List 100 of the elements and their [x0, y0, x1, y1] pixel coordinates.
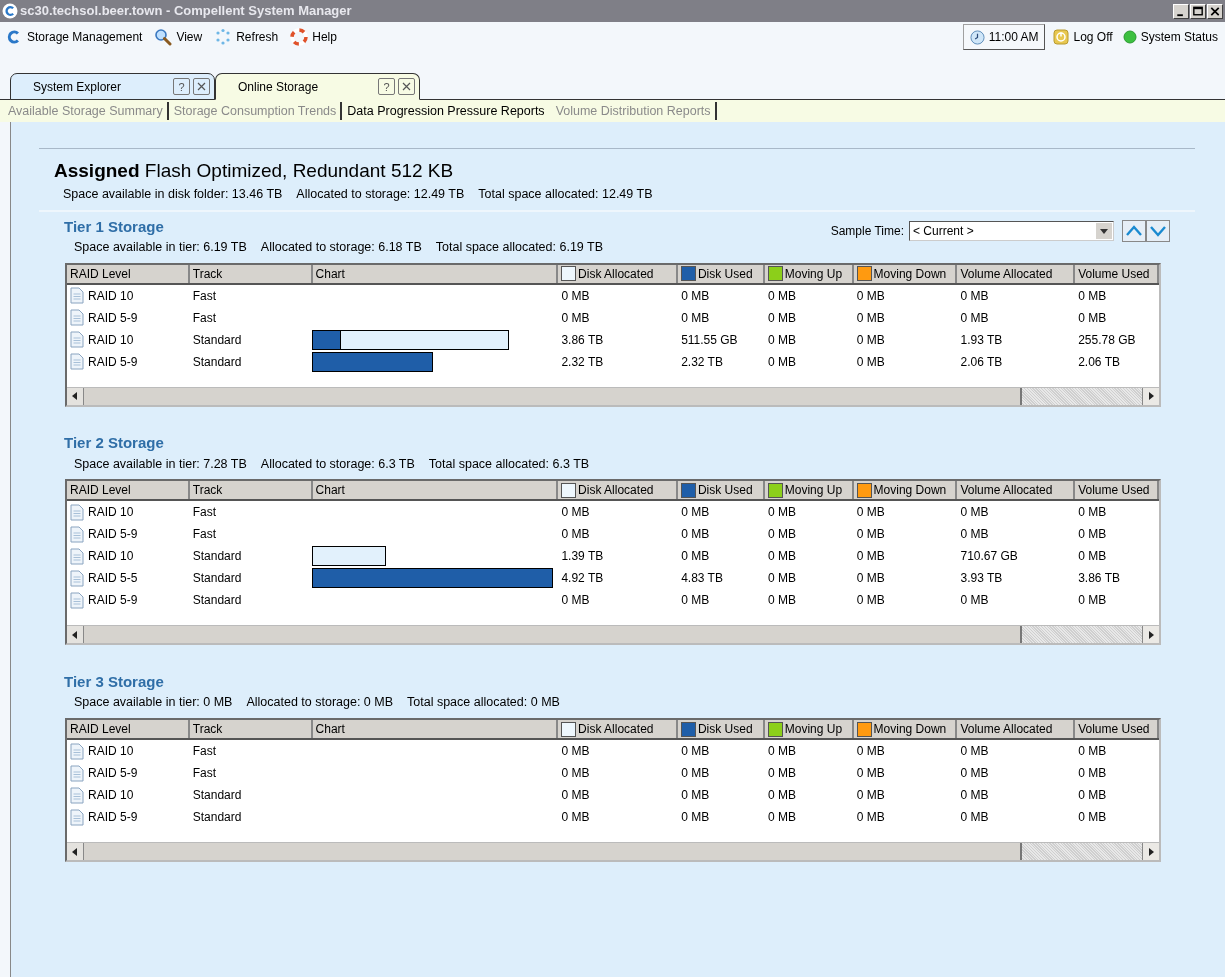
document-icon [70, 309, 84, 326]
column-header[interactable]: Disk Used [677, 264, 765, 283]
stat-text: Space available in disk folder: 13.46 TB [63, 186, 283, 203]
toolbar-button[interactable]: Refresh [214, 28, 279, 46]
column-header[interactable]: Disk Allocated [558, 720, 678, 738]
column-header[interactable]: Chart [312, 720, 559, 738]
time-button[interactable]: 11:00 AM [962, 24, 1046, 50]
stat-text: Space available in tier: 7.28 TB [74, 455, 247, 473]
table-cell: 3.93 TB [960, 571, 1003, 586]
scrollbar-thumb[interactable] [84, 626, 1022, 644]
scrollbar-thumb[interactable] [84, 843, 1022, 860]
column-header[interactable]: Disk Allocated [558, 481, 678, 500]
sample-time-dropdown[interactable]: < Current > [909, 220, 1114, 241]
column-header[interactable]: Moving Up [764, 481, 854, 500]
close-tab-button[interactable] [398, 78, 415, 95]
help-button[interactable]: ? [378, 78, 395, 95]
column-header[interactable]: Moving Down [853, 481, 958, 500]
stat-text: Allocated to storage: 6.3 TB [260, 455, 415, 473]
column-header[interactable]: Moving Up [764, 264, 854, 283]
next-button[interactable] [1146, 219, 1170, 242]
column-header[interactable]: Chart [312, 481, 559, 500]
horizontal-scrollbar[interactable] [67, 625, 1159, 644]
table-cell: 0 MB [681, 527, 710, 542]
table-cell-text: RAID 5-9 [88, 309, 138, 327]
table-cell: 2.06 TB [1078, 354, 1120, 369]
column-header[interactable]: RAID Level [67, 720, 190, 738]
tab[interactable]: Online Storage ? [215, 73, 420, 100]
table-cell: 0 MB [681, 766, 710, 780]
table-cell: 2.06 TB [960, 354, 1003, 369]
table-cell: 0 MB [856, 593, 885, 608]
column-header[interactable]: Moving Down [853, 720, 958, 738]
window-title: sc30.techsol.beer.town - Compellent System Manager [20, 2, 352, 21]
table-cell: 511.55 GB [681, 332, 738, 347]
document-icon [70, 764, 84, 782]
maximize-icon [1190, 3, 1206, 19]
close-tab-button[interactable] [193, 78, 210, 95]
table-cell: 0 MB [681, 810, 710, 824]
column-header[interactable]: Track [189, 720, 313, 738]
help-button[interactable]: ? [173, 78, 190, 95]
table-cell: 255.78 GB [1078, 332, 1136, 347]
table-cell-text: RAID 5-9 [88, 809, 138, 826]
table-cell: 0 MB [960, 766, 989, 780]
toolbar-button[interactable]: View [154, 28, 203, 46]
table-cell: 0 MB [960, 288, 989, 303]
table-cell-text: Fast [191, 526, 218, 544]
table-cell: 0 MB [856, 549, 885, 564]
column-header[interactable]: Volume Allocated [957, 481, 1076, 500]
horizontal-scrollbar[interactable] [67, 842, 1159, 860]
column-label: Moving Up [784, 482, 843, 500]
table-cell: 0 MB [681, 288, 710, 303]
document-icon [70, 547, 84, 565]
table-cell: 0 MB [1078, 593, 1107, 608]
table-cell: 0 MB [561, 788, 590, 802]
column-label: Moving Down [873, 721, 947, 738]
table-cell: 0 MB [767, 288, 796, 303]
horizontal-scrollbar[interactable] [67, 386, 1159, 405]
table-cell: 0 MB [681, 505, 710, 520]
column-header[interactable]: Volume Used [1075, 481, 1159, 500]
column-header[interactable]: Volume Used [1075, 720, 1159, 738]
document-icon [70, 569, 84, 587]
column-header[interactable]: RAID Level [67, 481, 190, 500]
document-icon [70, 808, 84, 826]
tier-title: Tier 1 Storage [64, 216, 164, 237]
column-header[interactable]: Disk Used [677, 481, 765, 500]
table-cell: 0 MB [856, 288, 885, 303]
column-header[interactable]: Volume Used [1075, 264, 1159, 283]
tab-label: Online Storage [238, 78, 320, 96]
column-header[interactable]: RAID Level [67, 264, 190, 283]
toolbar-button[interactable]: Help [290, 28, 337, 46]
column-header[interactable]: Disk Allocated [558, 264, 678, 283]
table-cell: 0 MB [767, 744, 796, 758]
subtab[interactable]: Data Progression Pressure Reports [347, 101, 551, 121]
document-icon [70, 331, 84, 348]
document-icon [70, 786, 84, 804]
table-cell: 0 MB [561, 593, 590, 608]
column-header[interactable]: Chart [312, 264, 559, 283]
table-cell: 0 MB [561, 810, 590, 824]
column-header[interactable]: Moving Up [764, 720, 854, 738]
table-cell: 3.86 TB [561, 332, 604, 347]
system-status-button[interactable]: System Status [1122, 28, 1218, 46]
column-header[interactable]: Volume Allocated [957, 720, 1076, 738]
tab[interactable]: System Explorer ? [10, 73, 215, 100]
table-cell: 0 MB [561, 310, 590, 325]
column-header[interactable]: Track [189, 264, 313, 283]
previous-button[interactable] [1122, 219, 1146, 242]
tier-title: Tier 3 Storage [64, 672, 164, 692]
toolbar-button[interactable]: Storage Management [5, 28, 143, 46]
column-header[interactable]: Track [189, 481, 313, 500]
table-cell-text: RAID 5-9 [88, 526, 138, 544]
column-header[interactable]: Volume Allocated [957, 264, 1076, 283]
column-label: Disk Used [697, 482, 753, 500]
column-header[interactable]: Disk Used [677, 720, 765, 738]
table-cell-text: Fast [191, 287, 218, 305]
column-header[interactable]: Moving Down [853, 264, 958, 283]
column-label: Disk Used [697, 265, 753, 283]
table-cell-text: RAID 10 [88, 504, 134, 522]
scrollbar-thumb[interactable] [84, 387, 1022, 405]
log-off-button[interactable]: Log Off [1053, 28, 1113, 46]
table-cell: 0 MB [1078, 549, 1107, 564]
column-label: Moving Down [873, 265, 947, 283]
